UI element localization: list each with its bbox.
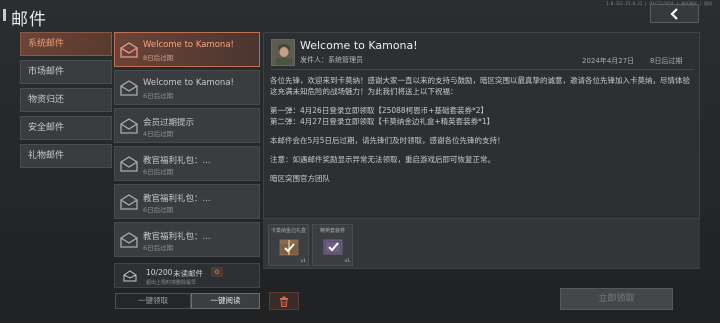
mail-list-item[interactable]: Welcome to Kamona! 6日后过期: [114, 70, 260, 105]
mail-list-item[interactable]: 教官福利礼包：... 6日后过期: [114, 146, 260, 181]
attachment-qty: x1: [344, 259, 350, 264]
mail-paragraph: 第一弹：4月26日登录立即领取【25088柯恩币+基础套装券*2】: [270, 106, 488, 115]
mail-paragraph: 注意：如遇邮件奖励显示异常无法领取，重启游戏后即可恢复正常。: [270, 155, 495, 164]
title-accent: [3, 9, 6, 21]
top-bar: 邮件 1.0.152.15.0.22 | 03/22/2024 | 测试测试 |…: [0, 0, 720, 30]
envelope-open-icon: [120, 42, 138, 58]
page-title: 邮件: [11, 10, 47, 30]
mail-title: Welcome to Kamona!: [143, 40, 234, 50]
mail-list-item[interactable]: 会员过期提示 4日后过期: [114, 108, 260, 143]
mail-list-item[interactable]: 教官福利礼包：... 6日后过期: [114, 184, 260, 219]
category-label: 系统邮件: [28, 39, 65, 49]
mail-list: Welcome to Kamona! 8日后过期 Welcome to Kamo…: [114, 32, 260, 262]
attachment-bar: 卡莫纳金边礼盒 x1 精英套装券 x1: [263, 218, 700, 268]
mail-date: 2024年4月27日: [582, 57, 635, 65]
mail-title: 会员过期提示: [143, 118, 195, 128]
mail-body: 各位先锋，欢迎来到卡莫纳！感谢大家一直以来的支持与鼓励，暗区突围以最真挚的诚意，…: [270, 75, 694, 184]
envelope-open-icon: [120, 232, 138, 248]
mail-expiry: 6日后过期: [143, 206, 174, 214]
mail-title: Welcome to Kamona!: [143, 78, 234, 88]
mail-paragraph: 第二弹：4月27日登录立即领取【卡莫纳金边礼盒+精英套装券*1】: [270, 117, 495, 126]
mail-paragraph: 暗区突围官方团队: [270, 174, 330, 183]
mail-expiry: 8日后过期: [650, 57, 683, 65]
mail-title: 教官福利礼包：...: [143, 232, 211, 242]
mail-paragraph: 各位先锋，欢迎来到卡莫纳！感谢大家一直以来的支持与鼓励，暗区突围以最真挚的诚意，…: [270, 76, 690, 96]
category-gift-mail[interactable]: 礼物邮件: [20, 144, 112, 168]
category-label: 物资归还: [28, 95, 65, 105]
attachment-item[interactable]: 精英套装券 x1: [312, 224, 353, 266]
ticket-icon: [323, 239, 343, 255]
category-market-mail[interactable]: 市场邮件: [20, 60, 112, 84]
category-security-mail[interactable]: 安全邮件: [20, 116, 112, 140]
envelope-open-icon: [120, 80, 138, 96]
soldier-portrait-icon: [272, 40, 294, 65]
mail-list-item[interactable]: 教官福利礼包：... 6日后过期: [114, 222, 260, 257]
gift-box-icon: [279, 239, 299, 256]
category-system-mail[interactable]: 系统邮件: [20, 32, 112, 56]
category-item-return[interactable]: 物资归还: [20, 88, 112, 112]
mail-expiry: 6日后过期: [143, 168, 174, 176]
mail-title: 教官福利礼包：...: [143, 156, 211, 166]
mail-expiry: 6日后过期: [143, 92, 174, 100]
back-button[interactable]: [650, 4, 699, 23]
mail-title: 教官福利礼包：...: [143, 194, 211, 204]
mail-expiry: 6日后过期: [143, 244, 174, 252]
attachment-label: 卡莫纳金边礼盒: [270, 228, 306, 234]
delete-button[interactable]: [269, 292, 299, 310]
category-label: 市场邮件: [28, 67, 65, 77]
unread-badge: 0: [211, 267, 223, 277]
divider: [271, 69, 694, 70]
unread-counter: 10/200 未读邮件 0 超出上限时将删除最早: [114, 263, 260, 288]
attachment-item[interactable]: 卡莫纳金边礼盒 x1: [268, 224, 309, 266]
mail-paragraph: 本邮件会在5月5日后过期，请先锋们及时领取，感谢各位先锋的支持！: [270, 136, 505, 145]
trash-icon: [280, 296, 288, 307]
mail-sender: 发件人：系统管理员: [300, 56, 363, 64]
collect-all-button[interactable]: 一键领取: [115, 293, 191, 309]
envelope-open-icon: [120, 118, 138, 134]
read-all-button[interactable]: 一键阅读: [191, 293, 260, 309]
mail-heading: Welcome to Kamona!: [300, 39, 418, 52]
mail-expiry: 8日后过期: [143, 54, 174, 62]
attachment-qty: x1: [300, 259, 306, 264]
unread-label: 未读邮件: [173, 269, 203, 278]
mail-list-item[interactable]: Welcome to Kamona! 8日后过期: [114, 32, 260, 67]
envelope-open-icon: [120, 156, 138, 172]
mail-expiry: 4日后过期: [143, 130, 174, 138]
claim-now-button[interactable]: 立即领取: [560, 288, 673, 310]
unread-count: 10/200: [146, 268, 173, 277]
sender-avatar: [271, 39, 295, 66]
envelope-open-icon: [120, 194, 138, 210]
unread-note: 超出上限时将删除最早: [146, 280, 197, 286]
chevron-left-icon: [669, 7, 678, 20]
category-label: 安全邮件: [28, 123, 65, 133]
category-label: 礼物邮件: [28, 151, 65, 161]
attachment-label: 精英套装券: [319, 228, 345, 234]
envelope-icon: [123, 270, 137, 282]
